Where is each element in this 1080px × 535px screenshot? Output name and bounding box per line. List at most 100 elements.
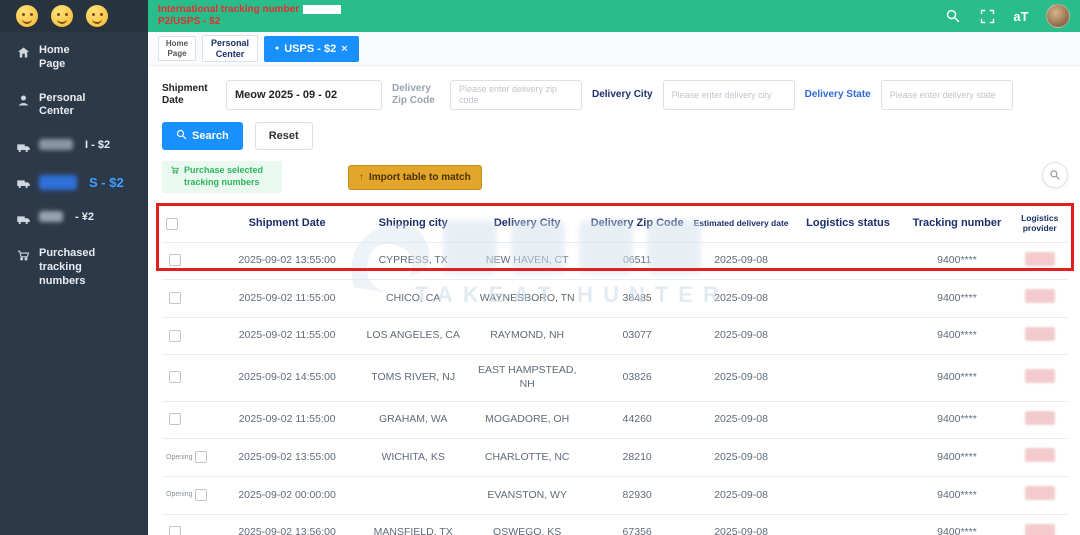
tab-home-page[interactable]: Home Page [158, 36, 196, 61]
col-shipping-city: Shipping city [378, 217, 448, 230]
cell-shipment-date: 2025-09-02 13:56:00 [216, 513, 358, 535]
row-checkbox[interactable] [195, 488, 208, 501]
cart-icon [170, 165, 180, 179]
font-size-icon[interactable]: aT [1012, 7, 1030, 25]
cell-estimated-date: 2025-09-08 [688, 400, 794, 439]
row-checkbox[interactable] [169, 371, 181, 384]
cell-delivery-city: WAYNESBORO, TN [468, 279, 586, 318]
table-row[interactable]: 2025-09-02 13:56:00 MANSFIELD, TX OSWEGO, … [162, 513, 1068, 535]
smiley-icon[interactable] [16, 5, 38, 27]
cell-shipment-date: 2025-09-02 11:55:00 [216, 279, 358, 318]
fullscreen-icon[interactable] [978, 7, 996, 25]
cell-shipping-city: CYPRESS, TX [357, 241, 469, 280]
sidebar-item-yen-2[interactable]: - ¥2 [16, 211, 142, 227]
row-checkbox[interactable] [169, 254, 181, 267]
row-checkbox[interactable] [169, 526, 181, 535]
sidebar-item-label: I - $2 [85, 139, 111, 151]
redacted-text [303, 4, 342, 14]
cell-delivery-city: RAYMOND, NH [468, 316, 586, 355]
search-icon[interactable] [944, 7, 962, 25]
avatar[interactable] [1046, 4, 1070, 28]
cell-shipping-city: CHICO, CA [357, 279, 469, 318]
table-row[interactable]: 2025-09-02 13:55:00 CYPRESS, TX NEW HAVEN,… [162, 241, 1068, 280]
cell-tracking-number: 9400**** [902, 241, 1012, 280]
quick-search-button[interactable] [1042, 162, 1068, 188]
sidebar-item-label: Home Page [39, 44, 70, 70]
row-checkbox[interactable] [195, 451, 208, 464]
cell-logistics-status [793, 400, 903, 439]
row-checkbox[interactable] [169, 291, 181, 304]
cell-logistics-provider [1011, 400, 1068, 439]
cell-shipping-city: MANSFIELD, TX [357, 513, 469, 535]
col-logistics-status: Logistics status [806, 217, 890, 230]
table-row[interactable]: 2025-09-02 14:55:00 TOMS RIVER, NJ EAST HA… [162, 354, 1068, 402]
page-title-line1: International tracking number [158, 4, 300, 15]
tab-label: USPS - $2 [284, 42, 337, 55]
row-select-cell [162, 400, 217, 439]
cell-logistics-status [793, 354, 903, 402]
sidebar-item-label: - ¥2 [75, 211, 94, 224]
search-button-label: Search [192, 130, 229, 142]
tab-usps-active[interactable]: ● USPS - $2 × [264, 35, 359, 62]
tab-personal-center[interactable]: Personal Center [202, 35, 258, 62]
row-select-cell: Opening [162, 476, 217, 515]
row-select-cell: Opening [162, 438, 217, 477]
sidebar-item-personal-center[interactable]: Personal Center [16, 92, 142, 120]
cell-delivery-zip: 28210 [585, 438, 689, 477]
cell-delivery-zip: 38485 [585, 279, 689, 318]
sidebar-item-home-page[interactable]: Home Page [16, 44, 142, 72]
smiley-icon[interactable] [51, 5, 73, 27]
shipment-date-input[interactable]: Meow 2025 - 09 - 02 [226, 80, 382, 110]
cell-shipment-date: 2025-09-02 13:55:00 [216, 241, 358, 280]
close-tab-icon[interactable]: × [341, 43, 347, 55]
table-header-row: Shipment Date Shipping city Delivery Cit… [162, 206, 1068, 242]
row-checkbox[interactable] [169, 329, 181, 342]
table-row[interactable]: Opening 2025-09-02 00:00:00 EVANSTON, WY 82… [162, 476, 1068, 515]
sidebar-item-purchased-tracking-numbers[interactable]: Purchased tracking numbers [16, 247, 142, 288]
main-content: Home Page Personal Center ● USPS - $2 × … [148, 32, 1080, 535]
row-select-cell [162, 279, 217, 318]
delivery-zip-placeholder: Please enter delivery zip code [459, 84, 558, 105]
row-select-cell [162, 513, 217, 535]
delivery-zip-input[interactable]: Please enter delivery zip code [450, 80, 582, 110]
cell-shipping-city: WICHITA, KS [357, 438, 469, 477]
reset-button[interactable]: Reset [254, 122, 313, 150]
cell-logistics-status [793, 476, 903, 515]
truck-icon [16, 176, 31, 191]
table-row[interactable]: 2025-09-02 11:55:00 GRAHAM, WA MOGADORE, O… [162, 400, 1068, 439]
cell-shipping-city [357, 476, 469, 515]
filter-bar: Shipment Date Meow 2025 - 09 - 02 Delive… [162, 80, 1080, 110]
col-delivery-city: Delivery City [493, 217, 561, 230]
cell-logistics-provider [1011, 316, 1068, 355]
select-all-checkbox[interactable] [166, 217, 178, 230]
import-table-button[interactable]: ↑ Import table to match [348, 164, 482, 190]
cell-tracking-number: 9400**** [902, 279, 1012, 318]
cell-delivery-city: EVANSTON, WY [468, 476, 586, 515]
reset-button-label: Reset [268, 130, 299, 142]
delivery-state-input[interactable]: Please enter delivery state [880, 80, 1013, 110]
delivery-city-input[interactable]: Please enter delivery city [662, 80, 795, 110]
col-delivery-zip: Delivery Zip Code [590, 217, 684, 230]
table-row[interactable]: Opening 2025-09-02 13:55:00 WICHITA, KS CHA… [162, 438, 1068, 477]
table-row[interactable]: 2025-09-02 11:55:00 CHICO, CA WAYNESBORO, … [162, 279, 1068, 318]
cell-tracking-number: 9400**** [902, 400, 1012, 439]
cell-logistics-status [793, 513, 903, 535]
app-window: Home Page Personal Center I - $2 S - $2 … [0, 0, 1080, 535]
shipment-date-value: Meow 2025 - 09 - 02 [235, 89, 338, 101]
smiley-icon[interactable] [86, 5, 108, 27]
provider-badge-redacted [1024, 486, 1055, 501]
cell-delivery-city: EAST HAMPSTEAD, NH [468, 354, 586, 402]
table-row[interactable]: 2025-09-02 11:55:00 LOS ANGELES, CA RAYMON… [162, 316, 1068, 355]
row-checkbox[interactable] [169, 413, 181, 426]
sidebar-item-usps-1[interactable]: I - $2 [16, 139, 142, 155]
results-table: Shipment Date Shipping city Delivery Cit… [162, 206, 1068, 535]
cell-tracking-number: 9400**** [902, 476, 1012, 515]
sidebar-item-usps-2-active[interactable]: S - $2 [16, 175, 142, 191]
search-button[interactable]: Search [162, 122, 243, 150]
results-table-wrap: TAKEAT HUNTER Shipment Date Shipping cit… [156, 203, 1074, 535]
topbar-actions: aT [944, 4, 1070, 28]
table-body: 2025-09-02 13:55:00 CYPRESS, TX NEW HAVEN,… [162, 241, 1068, 535]
sidebar-item-label: Personal Center [39, 91, 86, 118]
cell-logistics-provider [1011, 438, 1068, 477]
row-select-cell [162, 354, 217, 402]
